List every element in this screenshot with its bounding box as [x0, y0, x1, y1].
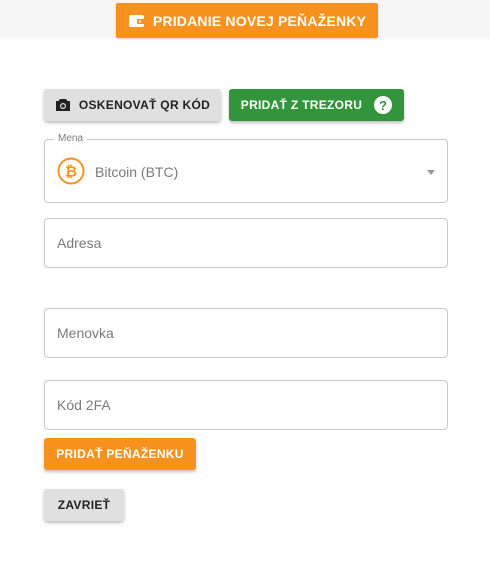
- close-button[interactable]: ZAVRIEŤ: [44, 489, 124, 521]
- camera-icon: [55, 98, 71, 112]
- page-title-text: PRIDANIE NOVEJ PEŇAŽENKY: [152, 12, 367, 29]
- add-wallet-label: PRIDAŤ PEŇAŽENKU: [56, 447, 184, 461]
- add-from-trezor-button[interactable]: PRIDAŤ Z TREZORU ?: [229, 89, 404, 121]
- label-input[interactable]: Menovka: [44, 308, 448, 358]
- close-label: ZAVRIEŤ: [57, 498, 111, 512]
- currency-legend: Mena: [54, 133, 88, 144]
- page-title: PRIDANIE NOVEJ PEŇAŽENKY: [116, 3, 378, 38]
- bitcoin-icon: ₿: [57, 157, 85, 185]
- twofa-placeholder: Kód 2FA: [57, 397, 111, 413]
- svg-text:₿: ₿: [65, 164, 77, 181]
- scan-qr-label: OSKENOVAŤ QR KÓD: [78, 98, 211, 112]
- currency-select[interactable]: Mena ₿ Bitcoin (BTC): [44, 133, 448, 203]
- wallet-icon: [128, 13, 146, 29]
- scan-qr-button[interactable]: OSKENOVAŤ QR KÓD: [44, 89, 221, 121]
- add-wallet-button[interactable]: PRIDAŤ PEŇAŽENKU: [44, 438, 196, 470]
- twofa-input[interactable]: Kód 2FA: [44, 380, 448, 430]
- address-input[interactable]: Adresa: [44, 218, 448, 268]
- address-placeholder: Adresa: [57, 235, 102, 251]
- question-circle-icon[interactable]: ?: [374, 96, 393, 114]
- label-placeholder: Menovka: [57, 325, 114, 341]
- currency-value: Bitcoin (BTC): [95, 164, 179, 180]
- add-from-trezor-label: PRIDAŤ Z TREZORU: [240, 98, 363, 112]
- chevron-down-icon: [427, 170, 435, 175]
